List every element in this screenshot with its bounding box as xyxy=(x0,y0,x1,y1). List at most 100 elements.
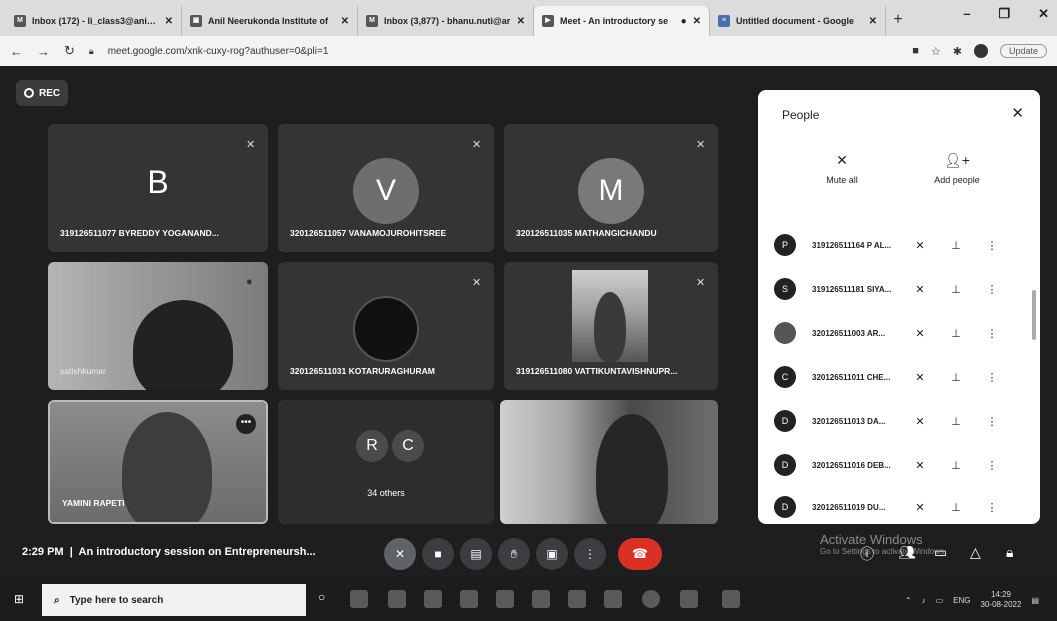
camera-icon[interactable]: ■ xyxy=(912,45,919,57)
more-vert-icon[interactable]: ⋮ xyxy=(974,501,1010,514)
add-people-button[interactable]: 👤︎+ Add people xyxy=(922,152,992,185)
app-icon[interactable] xyxy=(568,590,586,608)
address-bar: ← → ↻ 🔒︎ meet.google.com/xnk-cuxy-rog?au… xyxy=(0,36,1057,66)
app-icon[interactable] xyxy=(604,590,622,608)
mic-off-icon[interactable]: ✕ xyxy=(902,239,938,252)
close-tab-icon[interactable]: ✕ xyxy=(869,16,877,27)
chevron-up-icon[interactable]: ⌃ xyxy=(905,596,912,605)
app-icon[interactable] xyxy=(680,590,698,608)
taskbar-clock[interactable]: 14:29 30-08-2022 xyxy=(981,590,1022,610)
people-icon[interactable]: 👥︎ xyxy=(898,544,916,561)
participant-tile[interactable]: ✕ 319126511080 VATTIKUNTAVISHNUPR... xyxy=(504,262,718,390)
participant-video-tile[interactable]: ● satishkumar xyxy=(48,262,268,390)
notifications-icon[interactable]: ▤ xyxy=(1031,596,1039,605)
close-tab-icon[interactable]: ✕ xyxy=(517,16,525,27)
minimize-icon[interactable]: – xyxy=(963,6,970,22)
mic-off-icon[interactable]: ✕ xyxy=(902,327,938,340)
more-vert-icon[interactable]: ⋮ xyxy=(974,327,1010,340)
participant-tile[interactable]: ✕ B 319126511077 BYREDDY YOGANAND... xyxy=(48,124,268,252)
avatar[interactable] xyxy=(973,44,988,58)
activities-icon[interactable]: △ xyxy=(970,544,981,561)
task-view-icon[interactable] xyxy=(350,590,368,608)
update-button[interactable]: Update xyxy=(999,44,1047,58)
leave-call-button[interactable]: ☎ xyxy=(618,538,662,570)
forward-icon[interactable]: → xyxy=(37,44,50,59)
file-explorer-icon[interactable] xyxy=(460,590,478,608)
participant-row[interactable]: D 320126511019 DU... ✕ ⊥ ⋮ xyxy=(774,490,1024,524)
app-icon[interactable] xyxy=(722,590,740,608)
volume-icon[interactable]: ♪ xyxy=(922,596,926,605)
browser-tab-active[interactable]: ▶ Meet - An introductory se ● ✕ xyxy=(534,6,710,36)
pin-icon[interactable]: ⊥ xyxy=(938,327,974,340)
pin-icon[interactable]: ⊥ xyxy=(938,239,974,252)
mic-off-icon[interactable]: ✕ xyxy=(902,459,938,472)
taskbar-search[interactable]: ⌕ Type here to search xyxy=(42,584,306,616)
participant-row[interactable]: S 319126511181 SIYA... ✕ ⊥ ⋮ xyxy=(774,272,1024,306)
participant-row[interactable]: P 319126511164 P AL... ✕ ⊥ ⋮ xyxy=(774,228,1024,262)
participant-tile[interactable]: ✕ M 320126511035 MATHANGICHANDU xyxy=(504,124,718,252)
reload-icon[interactable]: ↻ xyxy=(64,43,75,59)
participant-row[interactable]: D 320126511016 DEB... ✕ ⊥ ⋮ xyxy=(774,448,1024,482)
more-vert-icon[interactable]: ⋮ xyxy=(974,283,1010,296)
close-tab-icon[interactable]: ✕ xyxy=(165,16,173,27)
captions-button[interactable]: ▤ xyxy=(460,538,492,570)
app-icon[interactable] xyxy=(532,590,550,608)
language-indicator[interactable]: ENG xyxy=(953,596,970,605)
browser-tab[interactable]: ▣ Anil Neerukonda Institute of ✕ xyxy=(182,6,358,36)
mic-off-icon[interactable]: ✕ xyxy=(902,371,938,384)
participant-initial: C xyxy=(392,430,424,462)
mic-off-icon[interactable]: ✕ xyxy=(902,415,938,428)
participant-tile[interactable]: ✕ 320126511031 KOTARURAGHURAM xyxy=(278,262,494,390)
pin-icon[interactable]: ⊥ xyxy=(938,371,974,384)
chrome-icon[interactable] xyxy=(642,590,660,608)
more-vert-icon[interactable]: ⋮ xyxy=(974,371,1010,384)
pin-icon[interactable]: ⊥ xyxy=(938,415,974,428)
more-options-button[interactable]: ⋮ xyxy=(574,538,606,570)
pin-icon[interactable]: ⊥ xyxy=(938,283,974,296)
mic-off-icon[interactable]: ✕ xyxy=(902,501,938,514)
present-button[interactable]: ▣ xyxy=(536,538,568,570)
participant-row[interactable]: 320126511003 AR... ✕ ⊥ ⋮ xyxy=(774,316,1024,350)
others-tile[interactable]: R C 34 others xyxy=(278,400,494,524)
new-tab-button[interactable]: + xyxy=(886,6,910,36)
restore-icon[interactable]: ❐ xyxy=(998,6,1010,22)
url-field[interactable]: meet.google.com/xnk-cuxy-rog?authuser=0&… xyxy=(108,46,899,57)
more-vert-icon[interactable]: ⋮ xyxy=(974,415,1010,428)
camera-toggle-button[interactable]: ■ xyxy=(422,538,454,570)
browser-tab[interactable]: ≡ Untitled document - Google ✕ xyxy=(710,6,886,36)
participant-row[interactable]: D 320126511013 DA... ✕ ⊥ ⋮ xyxy=(774,404,1024,438)
cortana-icon[interactable]: ○ xyxy=(318,590,336,608)
more-vert-icon[interactable]: ⋮ xyxy=(974,459,1010,472)
more-options-icon[interactable]: ••• xyxy=(236,414,256,434)
host-controls-icon[interactable]: 🔒︎ xyxy=(1006,544,1013,561)
more-vert-icon[interactable]: ⋮ xyxy=(974,239,1010,252)
edge-icon[interactable] xyxy=(388,590,406,608)
close-tab-icon[interactable]: ✕ xyxy=(693,16,701,27)
windows-start-icon[interactable]: ⊞ xyxy=(14,592,28,606)
extensions-icon[interactable]: ✱ xyxy=(953,45,962,58)
back-icon[interactable]: ← xyxy=(10,44,23,59)
raise-hand-button[interactable]: ✋︎ xyxy=(498,538,530,570)
browser-tab[interactable]: M Inbox (3,877) - bhanu.nuti@ar ✕ xyxy=(358,6,534,36)
participant-video-tile[interactable]: ••• YAMINI RAPETI xyxy=(48,400,268,524)
close-tab-icon[interactable]: ✕ xyxy=(341,16,349,27)
store-icon[interactable] xyxy=(424,590,442,608)
star-icon[interactable]: ☆ xyxy=(931,45,941,58)
pin-icon[interactable]: ⊥ xyxy=(938,501,974,514)
close-window-icon[interactable]: ✕ xyxy=(1038,6,1049,22)
browser-tab[interactable]: M Inbox (172) - li_class3@anits.e ✕ xyxy=(6,6,182,36)
chat-icon[interactable]: ▭ xyxy=(934,544,947,561)
mic-off-icon[interactable]: ✕ xyxy=(902,283,938,296)
lock-icon[interactable]: 🔒︎ xyxy=(89,46,94,57)
participant-video-tile[interactable] xyxy=(500,400,718,524)
participant-row[interactable]: C 320126511011 CHE... ✕ ⊥ ⋮ xyxy=(774,360,1024,394)
participant-tile[interactable]: ✕ V 320126511057 VANAMOJUROHITSREE xyxy=(278,124,494,252)
mail-icon[interactable] xyxy=(496,590,514,608)
pin-icon[interactable]: ⊥ xyxy=(938,459,974,472)
info-icon[interactable]: ⓘ xyxy=(860,544,874,564)
network-icon[interactable]: ▭ xyxy=(936,596,944,605)
mic-toggle-button[interactable]: ✕ xyxy=(384,538,416,570)
scrollbar[interactable] xyxy=(1032,290,1036,340)
close-icon[interactable]: ✕ xyxy=(1011,104,1024,122)
mute-all-button[interactable]: ✕ Mute all xyxy=(812,152,872,185)
